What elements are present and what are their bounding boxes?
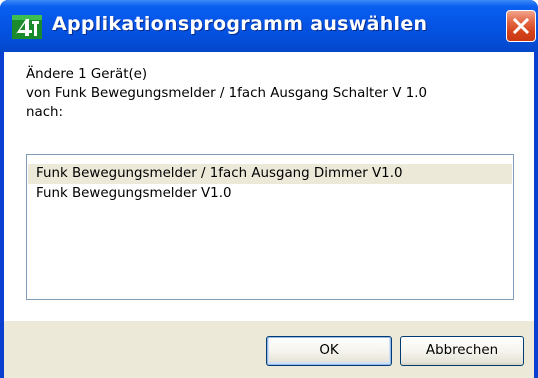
title-bar[interactable]: Applikationsprogramm auswählen — [0, 0, 538, 52]
ok-button[interactable]: OK — [266, 336, 392, 366]
dialog-window: Applikationsprogramm auswählen Ändere 1 … — [0, 0, 538, 378]
message-line-2: von Funk Bewegungsmelder / 1fach Ausgang… — [26, 86, 428, 101]
dialog-client-area: Ändere 1 Gerät(e) von Funk Bewegungsmeld… — [4, 52, 534, 378]
message-line-1: Ändere 1 Gerät(e) — [26, 67, 148, 82]
application-program-list[interactable]: Funk Bewegungsmelder / 1fach Ausgang Dim… — [26, 154, 514, 300]
cancel-button[interactable]: Abbrechen — [400, 336, 524, 366]
window-title: Applikationsprogramm auswählen — [52, 13, 428, 35]
ets-app-icon — [12, 15, 42, 39]
list-item[interactable]: Funk Bewegungsmelder V1.0 — [28, 184, 512, 204]
dialog-body: Ändere 1 Gerät(e) von Funk Bewegungsmeld… — [4, 52, 534, 321]
close-icon — [512, 17, 530, 35]
message-line-3: nach: — [26, 105, 64, 120]
list-item[interactable]: Funk Bewegungsmelder / 1fach Ausgang Dim… — [28, 164, 512, 184]
close-button[interactable] — [506, 10, 536, 42]
